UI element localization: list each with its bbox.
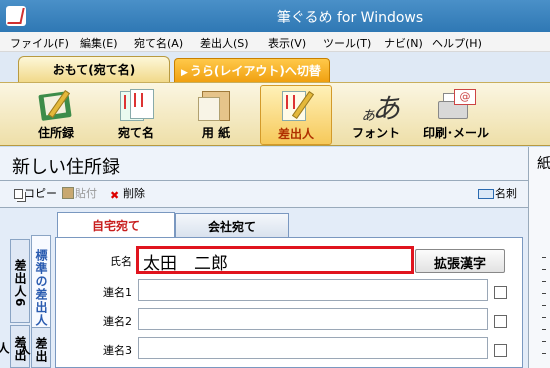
meishi-icon (478, 189, 494, 199)
renmei3-input[interactable] (138, 337, 488, 359)
paste-icon (62, 187, 74, 199)
paste-label: 貼付 (75, 187, 97, 200)
window-title: 筆ぐるめ for Windows (276, 10, 424, 26)
menu-navi[interactable]: ナビ(N) (384, 35, 423, 51)
copy-button[interactable]: コピー (14, 185, 57, 201)
ruler-tick (542, 353, 546, 354)
address-book-title: 新しい住所録 (12, 157, 120, 178)
renmei3-label: 連名3 (103, 344, 132, 357)
delete-icon: ✖ (110, 189, 120, 202)
sender-button[interactable]: 差出人 (260, 85, 332, 145)
delete-button[interactable]: ✖ 削除 (110, 185, 145, 202)
menu-file[interactable]: ファイル(F) (10, 35, 69, 51)
ruler-tick (542, 281, 546, 282)
preview-pane-label: 紙 (537, 156, 550, 172)
menu-edit[interactable]: 編集(E) (80, 35, 118, 51)
meishi-button[interactable]: 名刺 (478, 185, 517, 201)
menu-view[interactable]: 表示(V) (268, 35, 306, 51)
menu-sender[interactable]: 差出人(S) (200, 35, 249, 51)
menu-tools[interactable]: ツール(T) (323, 35, 371, 51)
atena-button[interactable]: 宛て名 (100, 85, 172, 145)
ruler-tick (542, 305, 546, 306)
delete-label: 削除 (123, 187, 145, 200)
side-tab-sender6[interactable]: 差出人6 (10, 239, 30, 323)
play-arrow-icon: ▶ (181, 68, 188, 78)
print-mail-button[interactable]: @ 印刷･メール (420, 85, 492, 145)
renmei1-label: 連名1 (103, 286, 132, 299)
sender-icon (276, 88, 316, 124)
font-button[interactable]: ぁあ フォント (340, 85, 412, 145)
preview-pane: 紙 (528, 147, 550, 368)
paper-button[interactable]: 用 紙 (180, 85, 252, 145)
atena-icon (116, 87, 156, 123)
sender-label: 差出人 (277, 127, 314, 141)
name-input[interactable]: 太田 二郎 (136, 246, 414, 274)
side-tab-sender-lower-right[interactable]: 差出人 (17, 327, 51, 368)
title-bar: 筆ぐるめ for Windows (0, 0, 550, 32)
atena-label: 宛て名 (117, 126, 154, 140)
side-tab-standard-sender[interactable]: 標準の差出人 (31, 235, 51, 337)
menu-atena[interactable]: 宛て名(A) (134, 35, 183, 51)
meishi-label: 名刺 (495, 187, 517, 200)
address-book-label: 住所録 (37, 126, 74, 140)
address-book-button[interactable]: 住所録 (20, 85, 92, 145)
ruler-tick (542, 257, 546, 258)
paper-label: 用 紙 (201, 126, 231, 140)
tab-home-address[interactable]: 自宅宛て (57, 212, 175, 238)
renmei3-checkbox[interactable] (494, 344, 507, 357)
print-mail-label: 印刷･メール (422, 126, 489, 140)
main-toolbar: 住所録 宛て名 用 紙 差出人 ぁあ フォント @ 印刷･メール (0, 82, 550, 146)
renmei2-input[interactable] (138, 308, 488, 330)
renmei2-checkbox[interactable] (494, 315, 507, 328)
address-book-pane: 新しい住所録 コピー 貼付 ✖削除 名刺 差出人6 標準の差出人 差出人 差出人… (0, 147, 528, 368)
renmei2-label: 連名2 (103, 315, 132, 328)
print-mail-icon: @ (436, 87, 476, 123)
copy-label: コピー (24, 187, 57, 200)
ruler-tick (542, 317, 546, 318)
ruler-tick (542, 341, 546, 342)
copy-icon (14, 189, 23, 199)
paste-button[interactable]: 貼付 (62, 185, 97, 201)
name-label: 氏名 (110, 255, 132, 268)
renmei1-checkbox[interactable] (494, 286, 507, 299)
tab-omote-atena[interactable]: おもて(宛て名) (18, 56, 170, 82)
ruler-tick (542, 329, 546, 330)
paper-icon (196, 87, 236, 123)
address-book-icon (36, 87, 76, 123)
tab-ura-label: うら(レイアウト)へ切替 (189, 64, 321, 78)
tab-ura-layout-switch[interactable]: ▶ うら(レイアウト)へ切替 (174, 58, 330, 82)
font-icon: ぁあ (360, 92, 401, 125)
menu-help[interactable]: ヘルプ(H) (432, 35, 482, 51)
edit-toolbar: コピー 貼付 ✖ 削除 名刺 (0, 180, 528, 206)
renmei1-input[interactable] (138, 279, 488, 301)
ruler-tick (542, 293, 546, 294)
tab-company-address[interactable]: 会社宛て (175, 213, 289, 237)
expand-kanji-button[interactable]: 拡張漢字 (415, 249, 505, 273)
menu-bar: ファイル(F) 編集(E) 宛て名(A) 差出人(S) 表示(V) ツール(T)… (0, 32, 550, 52)
ruler-tick (542, 269, 546, 270)
